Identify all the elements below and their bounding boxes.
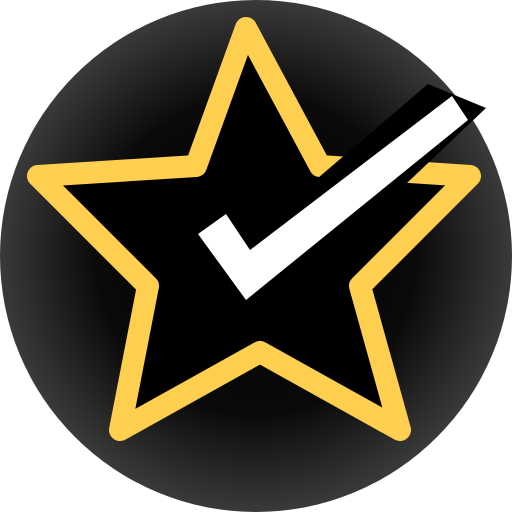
star-check-badge-icon (0, 0, 512, 512)
